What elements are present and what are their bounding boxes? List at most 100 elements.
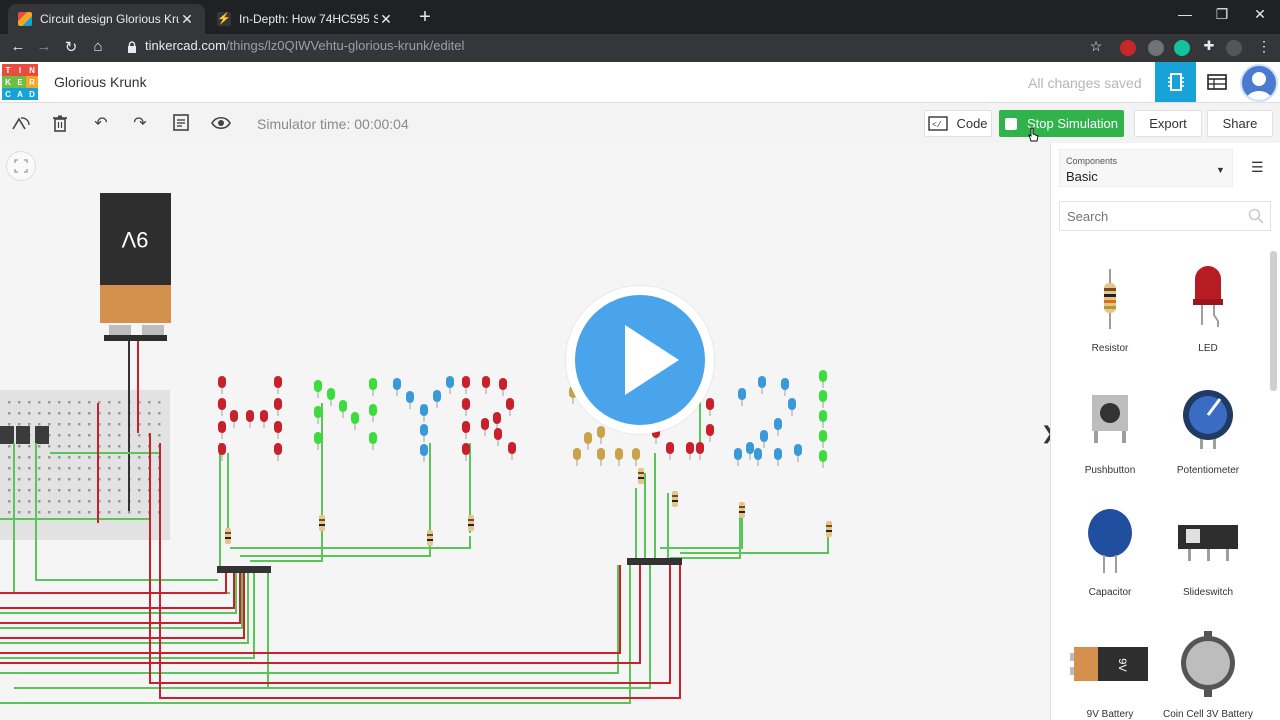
components-panel: Components Basic ▼ ☰ Resistor bbox=[1050, 143, 1280, 720]
browser-menu-icon[interactable]: ⋮ bbox=[1254, 38, 1274, 55]
fit-view-icon[interactable] bbox=[6, 151, 36, 181]
extension-icon[interactable] bbox=[1120, 40, 1136, 56]
back-icon[interactable]: ← bbox=[8, 38, 28, 55]
undo-icon[interactable]: ↶ bbox=[90, 113, 112, 133]
led bbox=[499, 378, 507, 390]
led bbox=[274, 376, 282, 388]
breadboard-hole bbox=[58, 456, 61, 459]
breadboard-hole bbox=[58, 412, 61, 415]
component-pushbutton[interactable]: Pushbutton bbox=[1060, 381, 1160, 491]
shift-register-header bbox=[627, 558, 682, 565]
breadboard-hole bbox=[28, 467, 31, 470]
components-dropdown[interactable]: Components Basic ▼ bbox=[1059, 149, 1233, 187]
eye-icon[interactable] bbox=[210, 113, 232, 133]
extensions-puzzle-icon[interactable]: ✚ bbox=[1199, 38, 1219, 54]
forward-icon[interactable]: → bbox=[34, 38, 54, 55]
breadboard-hole bbox=[48, 456, 51, 459]
breadboard-hole bbox=[108, 467, 111, 470]
tinkercad-logo[interactable]: T I N K E R C A D bbox=[2, 64, 38, 100]
component-led[interactable]: LED bbox=[1158, 259, 1258, 369]
user-avatar[interactable] bbox=[1240, 64, 1278, 102]
circuit-canvas[interactable]: 9V ❯ bbox=[0, 143, 1056, 720]
home-icon[interactable]: ⌂ bbox=[88, 38, 108, 55]
address-bar[interactable]: tinkercad.com/things/lz0QIWVehtu-gloriou… bbox=[145, 38, 464, 53]
breadboard-hole bbox=[128, 511, 131, 514]
component-search[interactable] bbox=[1059, 201, 1271, 231]
breadboard-hole bbox=[88, 467, 91, 470]
circuit-view-button[interactable] bbox=[1155, 62, 1196, 102]
stop-icon bbox=[1004, 117, 1017, 130]
led bbox=[506, 398, 514, 410]
breadboard-hole bbox=[138, 489, 141, 492]
led bbox=[314, 380, 322, 392]
minimize-window-icon[interactable]: — bbox=[1170, 6, 1200, 22]
breadboard-hole bbox=[78, 412, 81, 415]
wire-green bbox=[670, 503, 741, 559]
breadboard-hole bbox=[38, 423, 41, 426]
breadboard-hole bbox=[108, 500, 111, 503]
extension-icon[interactable] bbox=[1148, 40, 1164, 56]
breadboard-hole bbox=[38, 401, 41, 404]
led bbox=[351, 412, 359, 424]
trash-icon[interactable] bbox=[49, 113, 71, 133]
close-tab-icon[interactable]: ✕ bbox=[378, 11, 394, 28]
component-potentiometer[interactable]: Potentiometer bbox=[1158, 381, 1258, 491]
component-capacitor[interactable]: Capacitor bbox=[1060, 503, 1160, 613]
breadboard-hole bbox=[88, 412, 91, 415]
led bbox=[573, 448, 581, 460]
new-tab-icon[interactable]: + bbox=[414, 6, 436, 29]
breadboard-hole bbox=[148, 401, 151, 404]
breadboard-hole bbox=[118, 511, 121, 514]
breadboard-hole bbox=[48, 401, 51, 404]
search-input[interactable] bbox=[1060, 202, 1240, 230]
led bbox=[420, 404, 428, 416]
breadboard-hole bbox=[38, 511, 41, 514]
resistor-band bbox=[468, 524, 474, 526]
coin-cell-icon bbox=[1181, 631, 1235, 697]
reload-icon[interactable]: ↻ bbox=[61, 38, 81, 56]
design-title[interactable]: Glorious Krunk bbox=[54, 74, 147, 90]
resistor bbox=[826, 521, 832, 537]
breadboard-hole bbox=[48, 489, 51, 492]
panel-scrollbar[interactable] bbox=[1270, 251, 1277, 391]
restore-window-icon[interactable]: ❐ bbox=[1207, 6, 1237, 23]
close-window-icon[interactable]: ✕ bbox=[1245, 6, 1275, 23]
list-view-icon[interactable]: ☰ bbox=[1251, 159, 1264, 176]
share-button[interactable]: Share bbox=[1207, 110, 1273, 137]
breadboard-hole bbox=[108, 489, 111, 492]
component-slideswitch[interactable]: Slideswitch bbox=[1158, 503, 1258, 613]
component-coin-cell[interactable]: Coin Cell 3V Battery bbox=[1158, 625, 1258, 720]
circuit-drawing[interactable]: 9V bbox=[0, 143, 1050, 720]
breadboard-hole bbox=[158, 412, 161, 415]
grammarly-icon[interactable] bbox=[1174, 40, 1190, 56]
notes-icon[interactable] bbox=[170, 113, 192, 133]
breadboard-hole bbox=[38, 478, 41, 481]
transistor bbox=[35, 426, 49, 444]
battery-9v: 9V bbox=[100, 193, 171, 341]
breadboard-hole bbox=[108, 434, 111, 437]
bookmark-star-icon[interactable]: ☆ bbox=[1086, 38, 1106, 55]
stop-simulation-button[interactable]: Stop Simulation bbox=[999, 110, 1124, 137]
led-icon bbox=[1193, 266, 1223, 327]
rotate-icon[interactable] bbox=[10, 113, 32, 133]
code-button[interactable]: </ Code bbox=[924, 110, 992, 137]
led bbox=[734, 448, 742, 460]
breadboard-hole bbox=[58, 401, 61, 404]
component-resistor[interactable]: Resistor bbox=[1060, 259, 1160, 369]
wire-green bbox=[240, 543, 431, 557]
profile-icon[interactable] bbox=[1226, 40, 1242, 56]
breadboard-hole bbox=[118, 445, 121, 448]
led bbox=[230, 410, 238, 422]
close-tab-icon[interactable]: ✕ bbox=[179, 11, 195, 28]
component-9v-battery[interactable]: 9V 9V Battery bbox=[1060, 625, 1160, 720]
browser-tab[interactable]: ⚡ In-Depth: How 74HC595 Shift Re ✕ bbox=[207, 4, 404, 34]
breadboard-hole bbox=[108, 401, 111, 404]
led bbox=[666, 442, 674, 454]
browser-tab-active[interactable]: Circuit design Glorious Krunk | Ti ✕ bbox=[8, 4, 205, 34]
schematic-view-button[interactable] bbox=[1196, 62, 1237, 102]
video-play-button[interactable] bbox=[566, 286, 714, 434]
export-button[interactable]: Export bbox=[1134, 110, 1202, 137]
resistor-band bbox=[468, 519, 474, 521]
redo-icon[interactable]: ↷ bbox=[129, 113, 151, 133]
resistor-band bbox=[672, 500, 678, 502]
